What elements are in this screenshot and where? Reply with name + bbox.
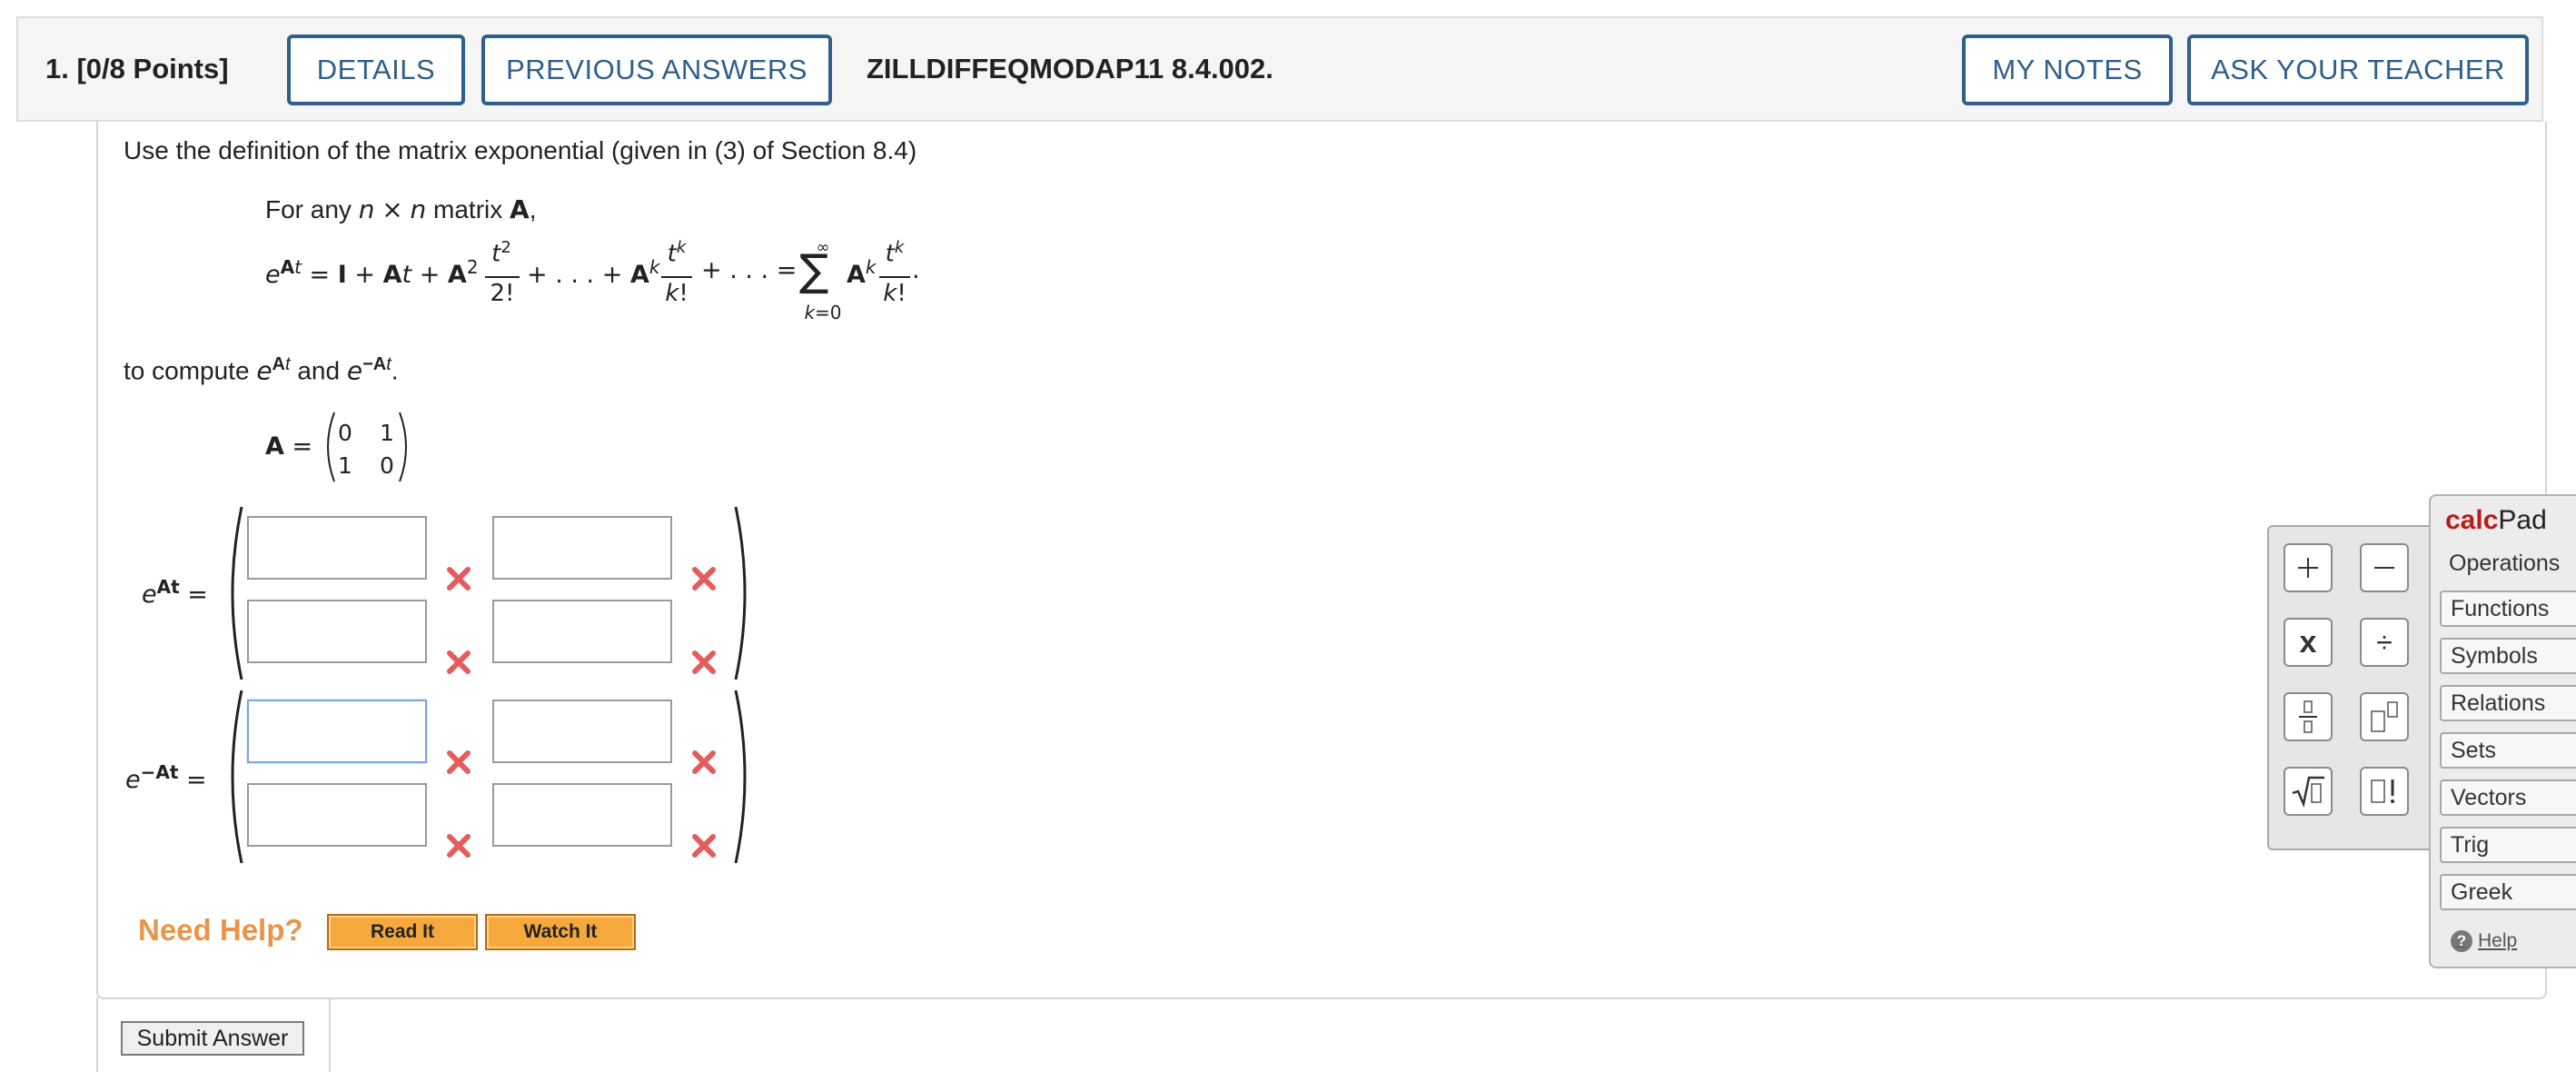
ask-teacher-button[interactable]: ASK YOUR TEACHER	[2187, 35, 2529, 105]
e-negAt-cell-2-2[interactable]	[492, 783, 672, 847]
plus-icon	[2298, 558, 2318, 578]
submit-answer-button[interactable]: Submit Answer	[121, 1021, 304, 1056]
calcpad-help-link[interactable]: ? Help	[2451, 930, 2517, 952]
calcpad-panel: calcPad Operations Functions Symbols Rel…	[2429, 494, 2576, 968]
incorrect-icon	[447, 750, 471, 774]
read-it-button[interactable]: Read It	[327, 914, 478, 950]
my-notes-button[interactable]: MY NOTES	[1962, 35, 2173, 105]
incorrect-icon	[692, 650, 716, 674]
tab-greek[interactable]: Greek	[2440, 874, 2576, 910]
e-negAt-cell-2-1[interactable]	[247, 783, 427, 847]
eAt-cell-1-2[interactable]	[492, 516, 672, 580]
tab-operations[interactable]: Operations	[2440, 545, 2576, 581]
tab-sets[interactable]: Sets	[2440, 732, 2576, 769]
e-negAt-cell-1-1[interactable]	[247, 700, 427, 763]
watch-it-button[interactable]: Watch It	[485, 914, 636, 950]
e-negAt-label: e−At =	[125, 761, 207, 794]
previous-answers-button[interactable]: PREVIOUS ANSWERS	[481, 35, 832, 105]
definition-text: For any n × n matrix A,	[265, 194, 537, 224]
matrix-a-cell: 1	[338, 452, 352, 479]
exponent-button[interactable]	[2360, 692, 2409, 741]
definition-matrix-word: matrix	[433, 195, 503, 223]
incorrect-icon	[447, 834, 471, 858]
eAt-cell-2-2[interactable]	[492, 600, 672, 663]
matrix-symbol: A	[510, 194, 530, 224]
factorial-icon	[2371, 779, 2394, 803]
help-icon: ?	[2451, 930, 2472, 952]
matrix-a-cell: 0	[338, 420, 352, 446]
calcpad-operations-grid: x ÷	[2267, 525, 2434, 850]
divide-button[interactable]: ÷	[2360, 618, 2409, 667]
question-score: 1. [0/8 Points]	[45, 53, 229, 85]
n-symbol: n	[358, 194, 375, 224]
plus-button[interactable]	[2284, 543, 2333, 592]
question-points: [0/8 Points]	[76, 53, 229, 84]
question-body	[96, 122, 2547, 999]
question-header: 1. [0/8 Points] DETAILS PREVIOUS ANSWERS…	[16, 16, 2543, 122]
fraction-button[interactable]	[2284, 692, 2333, 741]
e-negAt-cell-1-2[interactable]	[492, 700, 672, 763]
divide-icon: ÷	[2376, 625, 2393, 659]
matrix-a-cell: 1	[380, 420, 394, 446]
times-button[interactable]: x	[2284, 618, 2333, 667]
details-button[interactable]: DETAILS	[287, 35, 465, 105]
eAt-label: eAt =	[142, 576, 208, 609]
factorial-button[interactable]	[2360, 767, 2409, 816]
incorrect-icon	[447, 567, 471, 591]
matrix-a-cell: 0	[380, 452, 394, 479]
fraction-icon	[2299, 700, 2317, 733]
question-id: ZILLDIFFEQMODAP11 8.4.002.	[867, 53, 1273, 84]
exponent-icon	[2371, 701, 2398, 732]
times-icon: x	[2299, 624, 2317, 660]
minus-icon	[2374, 567, 2394, 569]
n-symbol: n	[410, 194, 427, 224]
eAt-cell-1-1[interactable]	[247, 516, 427, 580]
definition-lead: For any	[265, 195, 352, 223]
calcpad-help-label: Help	[2478, 930, 2518, 951]
incorrect-icon	[692, 750, 716, 774]
eAt-cell-2-1[interactable]	[247, 600, 427, 663]
calcpad-title: calcPad	[2445, 505, 2547, 535]
times-symbol: ×	[381, 194, 403, 224]
incorrect-icon	[447, 650, 471, 674]
tab-vectors[interactable]: Vectors	[2440, 779, 2576, 816]
minus-button[interactable]	[2360, 543, 2409, 592]
need-help-label: Need Help?	[138, 913, 303, 947]
incorrect-icon	[692, 567, 716, 591]
square-root-button[interactable]	[2284, 767, 2333, 816]
tab-relations[interactable]: Relations	[2440, 685, 2576, 721]
tab-trig[interactable]: Trig	[2440, 827, 2576, 863]
compute-text: to compute eAt and e−At.	[124, 354, 399, 386]
tab-symbols[interactable]: Symbols	[2440, 638, 2576, 674]
question-number: 1.	[45, 53, 69, 84]
square-root-icon	[2292, 776, 2324, 809]
intro-text: Use the definition of the matrix exponen…	[124, 136, 917, 164]
tab-functions[interactable]: Functions	[2440, 591, 2576, 627]
incorrect-icon	[692, 834, 716, 858]
